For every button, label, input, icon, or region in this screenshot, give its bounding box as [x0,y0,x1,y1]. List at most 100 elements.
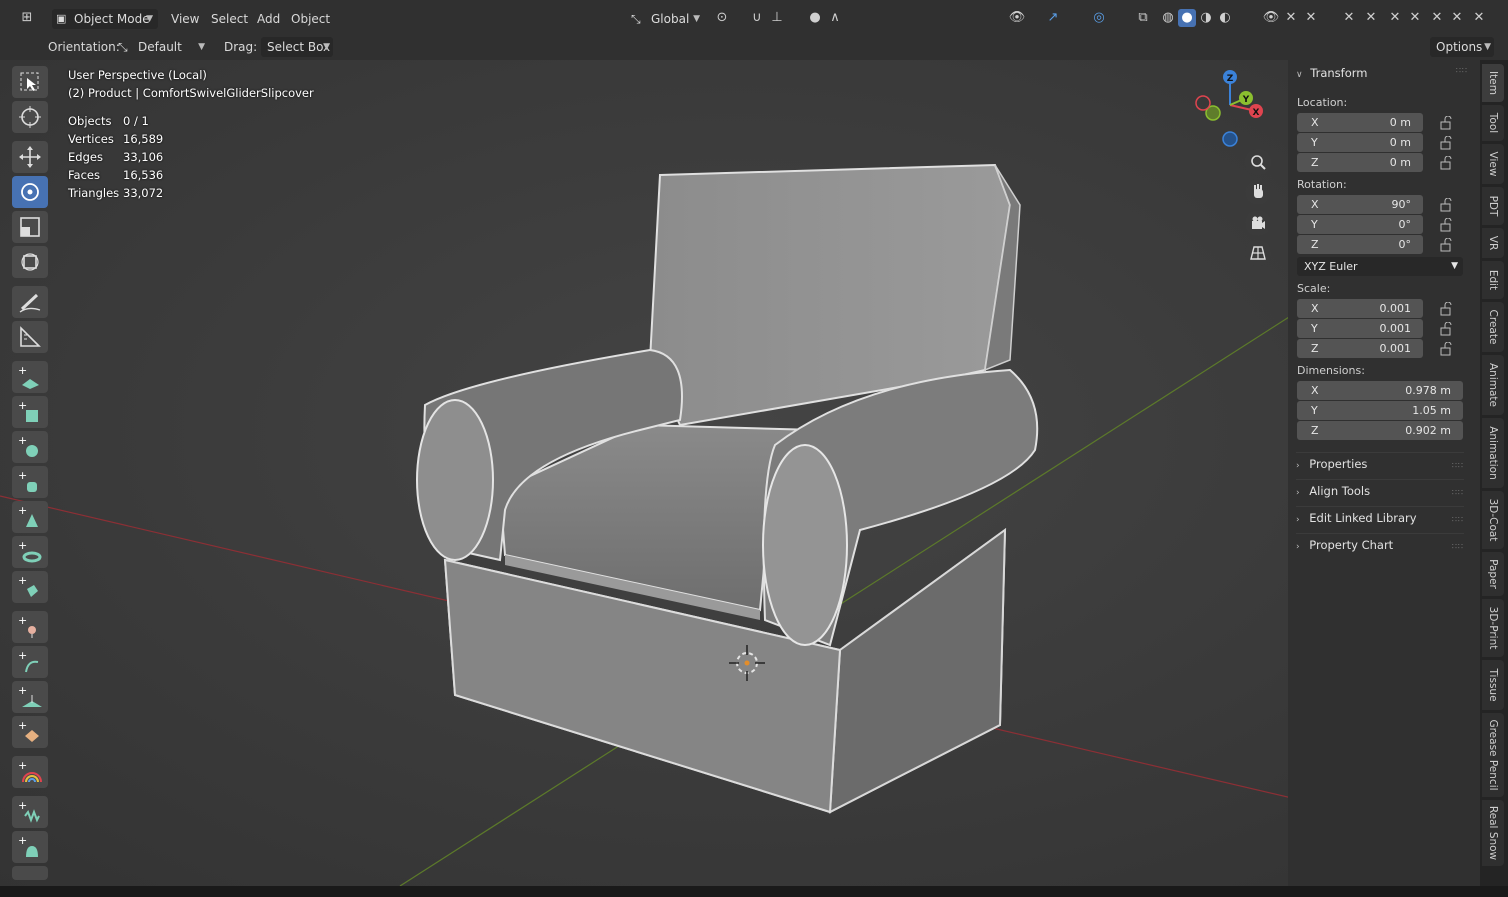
add-sphere-tool[interactable]: + [12,431,48,463]
hide-in-viewport-icon[interactable]: 👁 [1262,9,1280,27]
lock-icon[interactable] [1440,156,1454,170]
drag-grip-icon[interactable]: ∷∷ [1452,509,1464,531]
menu-object[interactable]: Object [291,8,330,30]
drag-grip-icon[interactable]: ∷∷ [1456,66,1468,75]
pivot-point-icon[interactable]: ⊙ [713,9,731,27]
edit-linked-library-panel-header[interactable]: › Edit Linked Library ∷∷ [1296,506,1464,530]
drag-grip-icon[interactable]: ∷∷ [1452,482,1464,504]
add-plane-tool[interactable]: + [12,361,48,393]
tab-edit[interactable]: Edit [1482,261,1504,299]
location-x-field[interactable]: X0 m [1297,113,1423,132]
material-shading-icon[interactable]: ◑ [1197,9,1215,27]
cursor-tool[interactable] [12,101,48,133]
rendered-shading-icon[interactable]: ◐ [1216,9,1234,27]
transform-orientation-dropdown[interactable]: ⤡ Global ▼ [627,9,705,29]
extra-icon-5[interactable]: ✕ [1448,9,1466,27]
add-ornament-tool[interactable]: + [12,716,48,748]
camera-view-button[interactable] [1245,210,1271,236]
solid-shading-icon[interactable]: ● [1178,9,1196,27]
annotate-tool[interactable] [12,286,48,318]
extra-icon-3[interactable]: ✕ [1406,9,1424,27]
properties-panel-header[interactable]: › Properties ∷∷ [1296,452,1464,476]
scale-x-field[interactable]: X 0.001 [1297,299,1423,318]
tab-real-snow[interactable]: Real Snow [1482,800,1504,866]
lock-icon[interactable] [1440,136,1454,150]
tab-3d-coat[interactable]: 3D-Coat [1482,491,1504,549]
add-object-tool[interactable]: + [12,571,48,603]
3d-viewport[interactable]: Z X Y User Perspective (Local) (2) Produ… [0,60,1480,886]
drag-dropdown[interactable]: Select Box ▼ [261,37,333,57]
scale-tool[interactable] [12,211,48,243]
dimension-z-field[interactable]: Z 0.902 m [1297,421,1463,440]
dimension-y-field[interactable]: Y 1.05 m [1297,401,1463,420]
visibility-selectability-icon[interactable]: 👁 [1008,9,1026,27]
measure-tool[interactable] [12,321,48,353]
drag-grip-icon[interactable]: ∷∷ [1452,455,1464,477]
lock-icon[interactable] [1440,322,1454,336]
tab-vr[interactable]: VR [1482,228,1504,258]
add-cylinder-tool[interactable]: + [12,466,48,498]
proportional-editing-icon[interactable]: ● [806,9,824,27]
rotation-mode-dropdown[interactable]: XYZ Euler ▼ [1297,257,1463,276]
lock-icon[interactable] [1440,116,1454,130]
orientation-dropdown[interactable]: ⤡ Default ▼ [114,37,210,57]
tab-tool[interactable]: Tool [1482,105,1504,141]
add-cone-tool[interactable]: + [12,501,48,533]
drag-grip-icon[interactable]: ∷∷ [1452,536,1464,558]
add-curve-tool[interactable]: + [12,646,48,678]
rotation-y-field[interactable]: Y 0° [1297,215,1423,234]
rotate-tool[interactable] [12,176,48,208]
add-extra-tool[interactable] [12,866,48,880]
rotation-x-field[interactable]: X 90° [1297,195,1423,214]
mirror-z-icon[interactable]: ✕ [1340,9,1358,27]
tab-view[interactable]: View [1482,144,1504,184]
scale-z-field[interactable]: Z 0.001 [1297,339,1423,358]
lock-icon[interactable] [1440,302,1454,316]
zoom-button[interactable] [1245,149,1271,175]
menu-select[interactable]: Select [211,8,248,30]
lock-icon[interactable] [1440,238,1454,252]
extra-icon-4[interactable]: ✕ [1428,9,1446,27]
tab-paper[interactable]: Paper [1482,552,1504,596]
lock-icon[interactable] [1440,198,1454,212]
menu-add[interactable]: Add [257,8,280,30]
tab-3d-print[interactable]: 3D-Print [1482,599,1504,657]
wireframe-shading-icon[interactable]: ◍ [1159,9,1177,27]
add-cube-tool[interactable]: + [12,396,48,428]
xray-toggle-icon[interactable]: ⧉ [1134,9,1152,27]
mirror-y-icon[interactable]: ✕ [1302,9,1320,27]
tab-animation[interactable]: Animation [1482,418,1504,488]
mirror-x-icon[interactable]: ✕ [1282,9,1300,27]
pan-button[interactable] [1245,179,1271,205]
perspective-toggle-button[interactable] [1245,240,1271,266]
tab-tissue[interactable]: Tissue [1482,660,1504,710]
options-dropdown[interactable]: Options ▼ [1430,37,1494,57]
tab-animate[interactable]: Animate [1482,355,1504,415]
add-armature-tool[interactable]: + [12,611,48,643]
falloff-icon[interactable]: ∧ [826,9,844,27]
tab-pdt[interactable]: PDT [1482,187,1504,225]
tab-grease-pencil[interactable]: Grease Pencil [1482,713,1504,797]
move-tool[interactable] [12,141,48,173]
menu-view[interactable]: View [171,8,199,30]
tab-create[interactable]: Create [1482,302,1504,352]
mode-dropdown[interactable]: ▣ Object Mode ▼ [52,9,158,29]
add-bell-tool[interactable]: + [12,831,48,863]
location-y-field[interactable]: Y0 m [1297,133,1423,152]
lock-icon[interactable] [1440,342,1454,356]
editor-type-icon[interactable]: ⊞ [18,9,36,27]
property-chart-panel-header[interactable]: › Property Chart ∷∷ [1296,533,1464,557]
add-tree-tool[interactable]: + [12,681,48,713]
select-box-tool[interactable] [12,66,48,98]
add-torus-tool[interactable]: + [12,536,48,568]
dimension-x-field[interactable]: X 0.978 m [1297,381,1463,400]
lock-icon[interactable] [1440,218,1454,232]
add-rainbow-tool[interactable]: + [12,756,48,788]
snap-magnet-icon[interactable]: ∪ [748,9,766,27]
extra-icon-2[interactable]: ✕ [1386,9,1404,27]
location-z-field[interactable]: Z0 m [1297,153,1423,172]
extra-icon-6[interactable]: ✕ [1470,9,1488,27]
gizmo-toggle-icon[interactable]: ↗ [1044,9,1062,27]
add-spring-tool[interactable]: + [12,796,48,828]
extra-icon-1[interactable]: ✕ [1362,9,1380,27]
